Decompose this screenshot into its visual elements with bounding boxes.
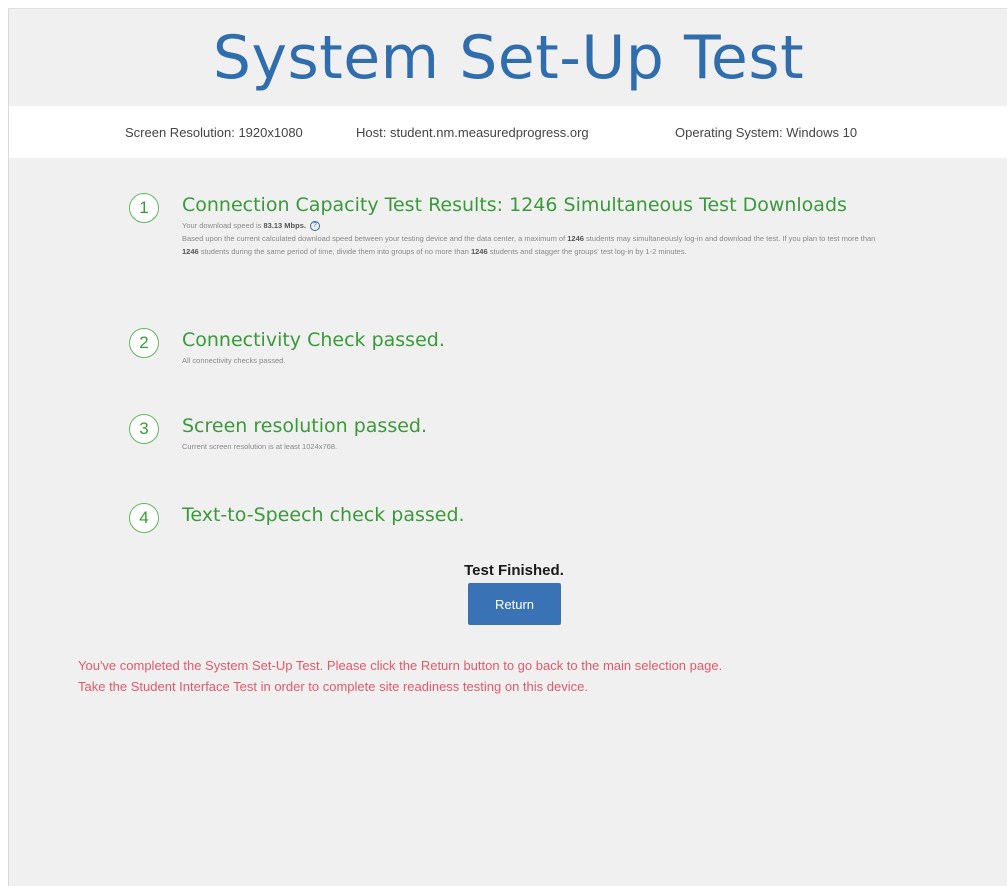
- step-number-badge: 3: [129, 414, 159, 444]
- capacity-explanation: Based upon the current calculated downlo…: [182, 233, 882, 258]
- completion-notice-line-2: Take the Student Interface Test in order…: [78, 679, 588, 694]
- question-circle-icon[interactable]: ?: [309, 221, 320, 232]
- screen-resolution-info: Screen Resolution: 1920x1080: [125, 125, 303, 140]
- step-number-badge: 4: [129, 503, 159, 533]
- step-number-badge: 2: [129, 328, 159, 358]
- download-speed-label: Your download speed is: [182, 221, 264, 230]
- capacity-text-3: students during the same period of time,…: [198, 246, 471, 256]
- capacity-count-3: 1246: [470, 246, 488, 256]
- test-frame: System Set-Up Test Screen Resolution: 19…: [8, 8, 1007, 886]
- step-number-badge: 1: [129, 193, 159, 223]
- test-finished-label: Test Finished.: [464, 562, 564, 579]
- capacity-text-4: students and stagger the groups' test lo…: [487, 246, 687, 256]
- step-subtitle: Current screen resolution is at least 10…: [182, 442, 338, 451]
- completion-notice-line-1: You've completed the System Set-Up Test.…: [78, 658, 723, 673]
- capacity-text-2: students may simultaneously log-in and d…: [583, 234, 876, 243]
- return-button[interactable]: Return: [468, 583, 561, 625]
- step-title: Connection Capacity Test Results: 1246 S…: [182, 194, 847, 216]
- step-subtitle: All connectivity checks passed.: [182, 356, 286, 365]
- download-speed-value: 83.13 Mbps.: [263, 221, 306, 230]
- completion-notice: You've completed the System Set-Up Test.…: [78, 655, 978, 697]
- host-info: Host: student.nm.measuredprogress.org: [356, 125, 589, 140]
- step-title: Text-to-Speech check passed.: [182, 504, 465, 526]
- download-speed-text: Your download speed is 83.13 Mbps.?: [182, 220, 320, 232]
- capacity-count-1: 1246: [567, 234, 584, 243]
- step-title: Screen resolution passed.: [182, 415, 428, 437]
- system-info-bar: Screen Resolution: 1920x1080 Host: stude…: [9, 106, 1007, 158]
- capacity-count-2: 1246: [182, 246, 199, 256]
- capacity-text-1: Based upon the current calculated downlo…: [182, 234, 568, 243]
- step-title: Connectivity Check passed.: [182, 329, 445, 351]
- page-title: System Set-Up Test: [212, 23, 805, 93]
- operating-system-info: Operating System: Windows 10: [675, 125, 858, 140]
